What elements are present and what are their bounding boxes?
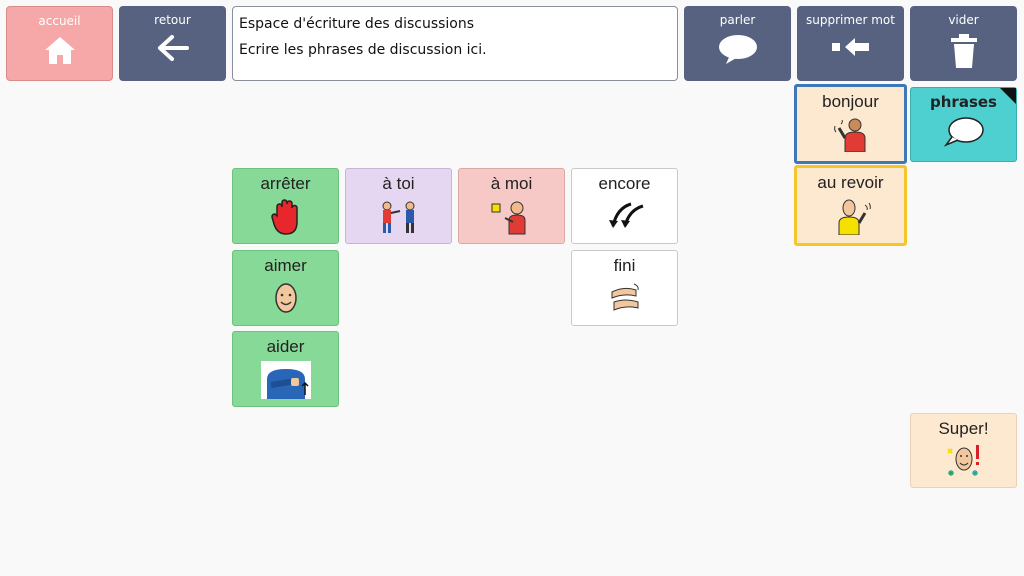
back-button[interactable]: retour	[119, 6, 226, 81]
tile-arreter-label: arrêter	[260, 174, 311, 193]
waving-goodbye-icon	[838, 199, 871, 235]
delete-word-button-label: supprimer mot	[806, 13, 895, 27]
tile-fini[interactable]: fini	[571, 250, 678, 326]
folder-corner-marker	[1000, 88, 1016, 104]
backspace-icon	[831, 38, 869, 56]
tile-aimer-label: aimer	[264, 256, 307, 275]
tile-a-toi[interactable]: à toi	[345, 168, 452, 244]
home-icon	[44, 37, 75, 64]
excited-face-icon	[946, 445, 979, 476]
back-button-label: retour	[154, 13, 191, 27]
tile-aimer[interactable]: aimer	[232, 250, 339, 326]
tile-aider-label: aider	[266, 337, 305, 356]
message-window[interactable]: Espace d'écriture des discussions Ecrire…	[232, 6, 678, 81]
stop-hand-icon	[270, 199, 298, 235]
tile-super-label: Super!	[938, 419, 989, 438]
pointing-people-icon	[382, 201, 414, 233]
home-button-label: accueil	[38, 14, 81, 28]
tile-au-revoir-label: au revoir	[817, 173, 884, 192]
tile-phrases-label: phrases	[930, 93, 997, 111]
tile-fini-label: fini	[613, 256, 636, 275]
message-line-1: Espace d'écriture des discussions	[239, 16, 475, 32]
arrow-left-icon	[157, 35, 189, 61]
clear-button-label: vider	[948, 13, 979, 27]
tile-a-moi[interactable]: à moi	[458, 168, 565, 244]
speech-bubble-outline-icon	[943, 117, 984, 147]
speak-button[interactable]: parler	[684, 6, 791, 81]
speech-bubble-icon	[718, 35, 757, 64]
tile-super[interactable]: Super!	[910, 413, 1017, 488]
waving-person-icon	[833, 118, 865, 152]
person-pointing-self-icon	[491, 201, 525, 235]
helping-hands-icon	[260, 361, 311, 399]
delete-word-button[interactable]: supprimer mot	[797, 6, 904, 81]
tile-encore-label: encore	[598, 174, 651, 193]
tile-a-moi-label: à moi	[490, 174, 533, 193]
trash-icon	[950, 34, 977, 68]
tile-encore[interactable]: encore	[571, 168, 678, 244]
message-line-2: Ecrire les phrases de discussion ici.	[239, 42, 487, 58]
tile-phrases[interactable]: phrases	[910, 87, 1017, 162]
finished-hands-icon	[611, 283, 639, 311]
repeat-arrows-icon	[608, 202, 643, 228]
smiling-face-icon	[274, 283, 297, 313]
tile-arreter[interactable]: arrêter	[232, 168, 339, 244]
clear-button[interactable]: vider	[910, 6, 1017, 81]
tile-a-toi-label: à toi	[382, 174, 415, 193]
speak-button-label: parler	[719, 13, 756, 27]
tile-bonjour-label: bonjour	[822, 92, 879, 111]
tile-bonjour[interactable]: bonjour	[794, 84, 907, 164]
tile-aider[interactable]: aider	[232, 331, 339, 407]
tile-au-revoir[interactable]: au revoir	[794, 165, 907, 246]
home-button[interactable]: accueil	[6, 6, 113, 81]
